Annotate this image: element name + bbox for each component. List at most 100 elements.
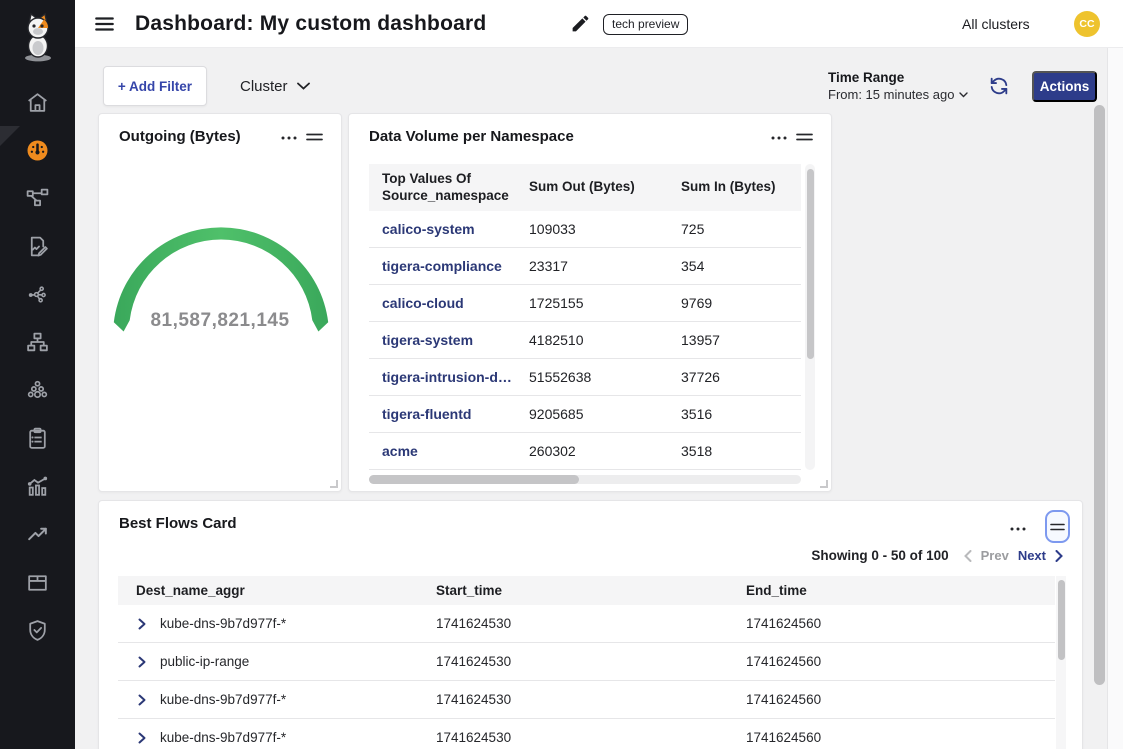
dashboard-gauge-icon bbox=[25, 138, 50, 163]
report-edit-icon bbox=[25, 234, 50, 259]
table-horizontal-scrollbar[interactable] bbox=[369, 475, 801, 484]
column-header: Sum Out (Bytes) bbox=[516, 179, 668, 195]
drag-handle-icon[interactable] bbox=[796, 130, 813, 144]
sum-out-value: 23317 bbox=[516, 258, 668, 274]
sum-in-value: 37726 bbox=[668, 369, 801, 385]
dest-name-value: public-ip-range bbox=[160, 654, 249, 669]
table-row: kube-dns-9b7d977f-*17416245301741624560 bbox=[118, 681, 1055, 719]
dest-name-value: kube-dns-9b7d977f-* bbox=[160, 730, 286, 745]
sum-in-value: 3516 bbox=[668, 406, 801, 422]
table-row: calico-cloud 17251559769 bbox=[369, 285, 801, 322]
page-scrollbar-track bbox=[1107, 48, 1123, 749]
clusters-icon bbox=[25, 378, 50, 403]
start-time-value: 1741624530 bbox=[418, 730, 728, 745]
column-header: End_time bbox=[728, 583, 1055, 598]
drag-handle-icon[interactable] bbox=[306, 130, 323, 144]
sidebar-item-statistics[interactable] bbox=[0, 462, 75, 510]
namespace-link[interactable]: tigera-fluentd bbox=[382, 406, 471, 422]
table-row: acme 2603023518 bbox=[369, 433, 801, 470]
resize-grip[interactable] bbox=[330, 480, 338, 488]
outgoing-bytes-card: Outgoing (Bytes) 81,587,821,145 bbox=[98, 113, 342, 492]
table-vertical-scrollbar[interactable] bbox=[1056, 576, 1066, 749]
table-row: tigera-intrusion-d…5155263837726 bbox=[369, 359, 801, 396]
sidebar-item-security-shield[interactable] bbox=[0, 606, 75, 654]
page-title: Dashboard: My custom dashboard bbox=[135, 0, 486, 48]
sidebar-item-home[interactable] bbox=[0, 78, 75, 126]
home-icon bbox=[25, 90, 50, 115]
pagination-showing-text: Showing 0 - 50 of 100 bbox=[811, 548, 948, 563]
time-range-label: Time Range bbox=[828, 70, 968, 85]
table-row: public-ip-range 17416245301741624560 bbox=[118, 643, 1055, 681]
checklist-icon bbox=[25, 426, 50, 451]
hamburger-menu-icon[interactable] bbox=[93, 13, 116, 35]
edit-pencil-icon[interactable] bbox=[570, 13, 591, 34]
table-vertical-scrollbar[interactable] bbox=[805, 164, 815, 470]
end-time-value: 1741624560 bbox=[728, 654, 1055, 669]
gauge-value: 81,587,821,145 bbox=[99, 310, 341, 332]
namespace-link[interactable]: acme bbox=[382, 443, 418, 459]
sidebar-item-network-topology[interactable] bbox=[0, 174, 75, 222]
sidebar-item-dashboard-gauge[interactable] bbox=[0, 126, 75, 174]
sidebar-item-clusters[interactable] bbox=[0, 366, 75, 414]
avatar[interactable]: CC bbox=[1074, 11, 1100, 37]
expand-row-chevron-icon[interactable] bbox=[136, 732, 148, 744]
namespace-link[interactable]: calico-system bbox=[382, 221, 475, 237]
trending-icon bbox=[25, 522, 50, 547]
expand-row-chevron-icon[interactable] bbox=[136, 618, 148, 630]
card-title: Data Volume per Namespace bbox=[369, 128, 574, 145]
sidebar-item-checklist[interactable] bbox=[0, 414, 75, 462]
namespace-link[interactable]: tigera-system bbox=[382, 332, 473, 348]
sidebar-item-report-edit[interactable] bbox=[0, 222, 75, 270]
sidebar bbox=[0, 0, 75, 749]
start-time-value: 1741624530 bbox=[418, 654, 728, 669]
page-scrollbar-thumb[interactable] bbox=[1094, 105, 1105, 685]
sum-in-value: 354 bbox=[668, 258, 801, 274]
next-page-button[interactable]: Next bbox=[1018, 548, 1046, 563]
chevron-right-icon[interactable] bbox=[1055, 550, 1063, 562]
namespace-link[interactable]: calico-cloud bbox=[382, 295, 464, 311]
actions-button[interactable]: Actions bbox=[1032, 71, 1097, 102]
security-shield-icon bbox=[25, 618, 50, 643]
dest-name-value: kube-dns-9b7d977f-* bbox=[160, 692, 286, 707]
network-topology-icon bbox=[25, 186, 50, 211]
time-range-value-dropdown[interactable]: From: 15 minutes ago bbox=[828, 87, 968, 102]
chevron-down-icon bbox=[959, 92, 968, 98]
table-row: tigera-fluentd92056853516 bbox=[369, 396, 801, 433]
dest-name-value: kube-dns-9b7d977f-* bbox=[160, 616, 286, 631]
sidebar-item-hierarchy[interactable] bbox=[0, 318, 75, 366]
best-flows-card: Best Flows Card Showing 0 - 50 of 100 Pr… bbox=[98, 500, 1083, 749]
sum-in-value: 3518 bbox=[668, 443, 801, 459]
drag-handle-focused[interactable] bbox=[1045, 510, 1070, 543]
sum-out-value: 1725155 bbox=[516, 295, 668, 311]
card-menu-icon[interactable] bbox=[281, 132, 297, 144]
cluster-filter-dropdown[interactable]: Cluster bbox=[240, 66, 310, 106]
sum-in-value: 9769 bbox=[668, 295, 801, 311]
namespace-link[interactable]: tigera-compliance bbox=[382, 258, 502, 274]
calico-cat-logo bbox=[16, 12, 60, 64]
top-header-bar: Dashboard: My custom dashboard tech prev… bbox=[75, 0, 1123, 48]
sidebar-item-package[interactable] bbox=[0, 558, 75, 606]
expand-row-chevron-icon[interactable] bbox=[136, 656, 148, 668]
data-volume-table: Top Values OfSource_namespace Sum Out (B… bbox=[369, 164, 801, 470]
resize-grip[interactable] bbox=[820, 480, 828, 488]
refresh-icon[interactable] bbox=[988, 75, 1010, 97]
card-title: Best Flows Card bbox=[119, 515, 237, 532]
chevron-down-icon bbox=[297, 82, 310, 90]
column-header: Top Values OfSource_namespace bbox=[369, 171, 516, 203]
chevron-left-icon[interactable] bbox=[964, 550, 972, 562]
table-row: kube-dns-9b7d977f-*17416245301741624560 bbox=[118, 719, 1055, 749]
sum-out-value: 51552638 bbox=[516, 369, 668, 385]
add-filter-button[interactable]: + Add Filter bbox=[103, 66, 207, 106]
cluster-filter-label: Cluster bbox=[240, 78, 288, 95]
card-menu-icon[interactable] bbox=[1010, 523, 1026, 535]
namespace-link[interactable]: tigera-intrusion-d… bbox=[382, 369, 512, 385]
column-header: Start_time bbox=[418, 583, 728, 598]
sidebar-item-trending[interactable] bbox=[0, 510, 75, 558]
cluster-scope-selector[interactable]: All clusters bbox=[962, 0, 1030, 48]
sidebar-item-connections[interactable] bbox=[0, 270, 75, 318]
prev-page-button[interactable]: Prev bbox=[981, 548, 1009, 563]
card-menu-icon[interactable] bbox=[771, 132, 787, 144]
best-flows-table: Dest_name_aggr Start_time End_time kube-… bbox=[118, 576, 1055, 749]
expand-row-chevron-icon[interactable] bbox=[136, 694, 148, 706]
sum-out-value: 260302 bbox=[516, 443, 668, 459]
